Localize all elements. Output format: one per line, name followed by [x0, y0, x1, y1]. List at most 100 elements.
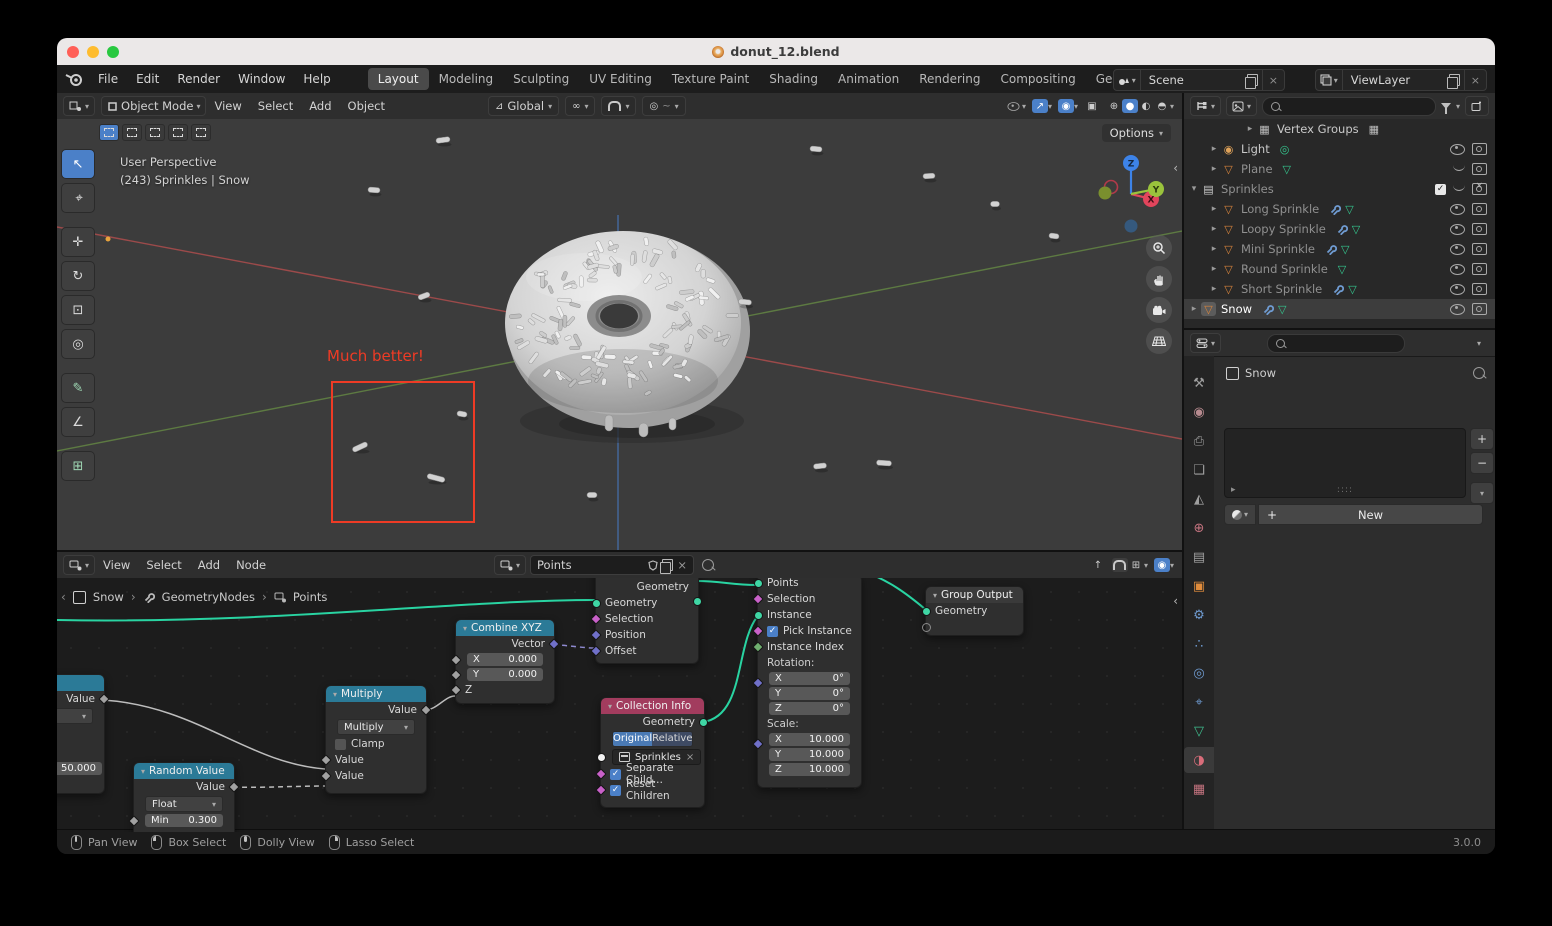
zoom-button[interactable]: [1146, 235, 1172, 261]
hide-viewport-icon[interactable]: [1450, 284, 1465, 295]
pan-hand-button[interactable]: [1146, 266, 1172, 292]
collection-checkbox[interactable]: ✓: [1435, 184, 1446, 195]
workspace-tab[interactable]: Compositing: [990, 68, 1085, 90]
viewport-tool-button[interactable]: [61, 407, 95, 437]
disable-render-icon[interactable]: [1472, 183, 1487, 195]
shading-wireframe-button[interactable]: ⊕: [1106, 99, 1122, 113]
material-slot-list[interactable]: ▸ ::::: [1224, 428, 1466, 498]
properties-tab[interactable]: [1184, 718, 1214, 744]
original-relative-toggle[interactable]: Original Relative: [612, 731, 693, 747]
topbar-menu[interactable]: Window: [229, 68, 294, 90]
outliner-row[interactable]: ▸ Mini Sprinkle: [1184, 239, 1495, 259]
select-mode-lasso[interactable]: [168, 124, 188, 141]
workspace-tab[interactable]: Rendering: [909, 68, 990, 90]
mode-dropdown[interactable]: Object Mode▾: [101, 96, 206, 116]
disable-render-icon[interactable]: [1472, 283, 1487, 295]
workspace-tab[interactable]: Texture Paint: [662, 68, 759, 90]
pin-icon[interactable]: [1473, 367, 1485, 379]
clear-collection-icon[interactable]: ×: [686, 752, 694, 763]
topbar-menu[interactable]: Render: [168, 68, 229, 90]
disable-render-icon[interactable]: [1472, 263, 1487, 275]
disable-render-icon[interactable]: [1472, 303, 1487, 315]
properties-tab[interactable]: [1184, 602, 1214, 628]
scene-selector[interactable]: ▾ Scene ×: [1113, 69, 1285, 91]
hide-viewport-icon[interactable]: [1450, 204, 1465, 215]
pin-icon[interactable]: [702, 559, 714, 571]
editor-type-button[interactable]: ▾: [63, 555, 95, 575]
node-editor-menu[interactable]: Add: [190, 555, 228, 575]
snap-toggle[interactable]: ▾: [601, 96, 636, 116]
toggle-option[interactable]: Relative: [652, 732, 692, 746]
workspace-tab[interactable]: Sculpting: [503, 68, 579, 90]
fake-user-shield-icon[interactable]: [648, 560, 658, 571]
select-mode-box[interactable]: [122, 124, 142, 141]
expander-icon[interactable]: ▸: [1208, 144, 1220, 154]
overlays-toggle[interactable]: ◉: [1058, 99, 1074, 113]
disable-render-icon[interactable]: [1472, 163, 1487, 175]
expander-icon[interactable]: ▸: [1208, 204, 1220, 214]
workspace-tab[interactable]: Layout: [368, 68, 429, 90]
breadcrumb-modifier[interactable]: GeometryNodes: [162, 590, 255, 604]
socket-geometry-in[interactable]: [922, 607, 931, 616]
node-random-value[interactable]: ▾Random Value Value Float▾ Min0.300: [133, 762, 235, 832]
topbar-menu[interactable]: Edit: [127, 68, 168, 90]
collection-info-checkbox[interactable]: ✓: [610, 785, 621, 796]
collection-info-checkbox[interactable]: ✓: [610, 769, 621, 780]
expander-icon[interactable]: ▸: [1188, 304, 1200, 314]
node-sidebar-toggle[interactable]: ‹: [1173, 594, 1178, 608]
rotation-field[interactable]: Z0°: [769, 702, 850, 715]
node-set-position[interactable]: Geometry Geometry Selection Position Off…: [595, 578, 699, 664]
unlink-node-tree-icon[interactable]: ×: [677, 558, 687, 572]
node-group-output[interactable]: ▾Group Output Geometry: [925, 586, 1024, 636]
node-tree-name-field[interactable]: Points ×: [530, 555, 694, 575]
expander-icon[interactable]: ▾: [1188, 184, 1200, 194]
visibility-dropdown[interactable]: [1006, 99, 1022, 113]
workspace-tab[interactable]: Modeling: [429, 68, 504, 90]
viewport-menu[interactable]: View: [206, 96, 249, 116]
disable-render-icon[interactable]: [1472, 223, 1487, 235]
outliner-row[interactable]: ▸ Long Sprinkle: [1184, 199, 1495, 219]
scale-field[interactable]: Z10.000: [769, 763, 850, 776]
shading-solid-button[interactable]: ●: [1122, 99, 1138, 113]
properties-tab[interactable]: [1184, 486, 1214, 512]
resize-grip[interactable]: ::::: [1337, 485, 1353, 495]
socket-geometry-out[interactable]: [693, 597, 702, 606]
properties-tab[interactable]: [1184, 747, 1214, 773]
properties-options-icon[interactable]: ▾: [1477, 339, 1481, 348]
viewport-menu[interactable]: Select: [250, 96, 301, 116]
properties-tab[interactable]: [1184, 399, 1214, 425]
combine-field[interactable]: X0.000: [467, 653, 543, 666]
hide-viewport-icon[interactable]: [1450, 224, 1465, 235]
hide-viewport-icon[interactable]: [1453, 163, 1465, 171]
topbar-menu[interactable]: File: [89, 68, 127, 90]
outliner-row[interactable]: ▸ Loopy Sprinkle: [1184, 219, 1495, 239]
browse-material-button[interactable]: ▾: [1224, 504, 1256, 525]
properties-tab[interactable]: [1184, 457, 1214, 483]
properties-tab[interactable]: [1184, 689, 1214, 715]
node-overlays-toggle[interactable]: ◉: [1154, 558, 1170, 572]
properties-tab[interactable]: [1184, 776, 1214, 802]
outliner-row[interactable]: ▸ Light: [1184, 139, 1495, 159]
remove-viewlayer-icon[interactable]: ×: [1465, 74, 1486, 87]
orientation-dropdown[interactable]: ⊿Global▾: [488, 96, 559, 116]
shading-rendered-button[interactable]: ◓: [1154, 99, 1170, 113]
node-snap-mode[interactable]: ⊞: [1128, 558, 1144, 572]
scene-icon[interactable]: ▾: [1114, 70, 1141, 90]
expand-icon[interactable]: ▸: [1231, 485, 1236, 495]
editor-type-button[interactable]: ▾: [1190, 96, 1221, 116]
expander-icon[interactable]: ▸: [1208, 224, 1220, 234]
type-dropdown[interactable]: Float▾: [145, 796, 223, 812]
properties-tab[interactable]: [1184, 515, 1214, 541]
expander-icon[interactable]: ▸: [1208, 164, 1220, 174]
properties-tab[interactable]: [1184, 428, 1214, 454]
viewport-tool-button[interactable]: [61, 183, 95, 213]
select-mode-circle[interactable]: [145, 124, 165, 141]
properties-tab[interactable]: [1184, 573, 1214, 599]
viewport-tool-button[interactable]: [61, 227, 95, 257]
workspace-tab[interactable]: Shading: [759, 68, 828, 90]
gizmo-toggle[interactable]: ↗: [1032, 99, 1048, 113]
outliner-row[interactable]: ▸ Vertex Groups: [1184, 119, 1495, 139]
viewport-tool-button[interactable]: [61, 261, 95, 291]
node-editor-menu[interactable]: Select: [138, 555, 189, 575]
outliner-row[interactable]: ▸ Short Sprinkle: [1184, 279, 1495, 299]
